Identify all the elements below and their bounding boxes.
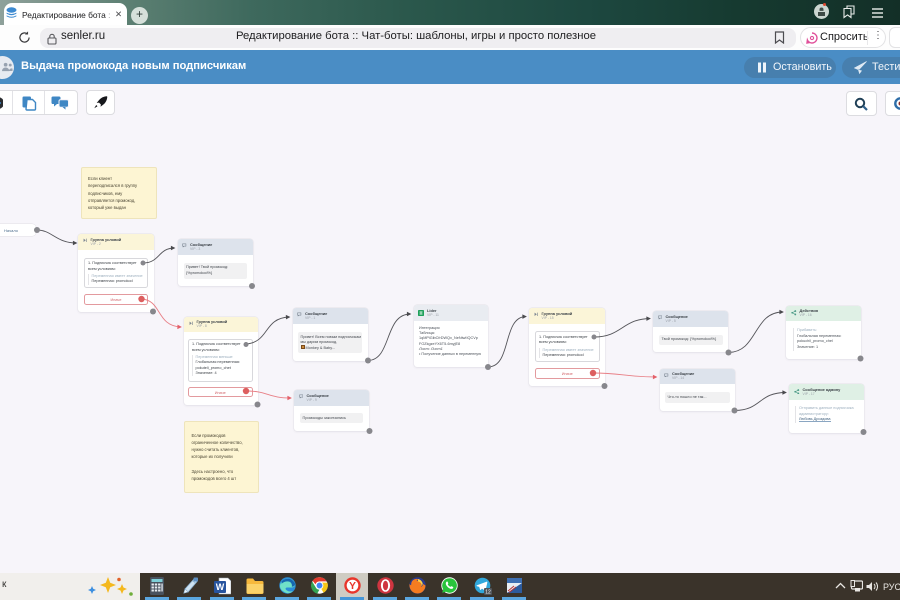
svg-text:W: W <box>216 582 225 592</box>
svg-text:12: 12 <box>485 589 491 595</box>
svg-text:Y: Y <box>349 580 356 592</box>
